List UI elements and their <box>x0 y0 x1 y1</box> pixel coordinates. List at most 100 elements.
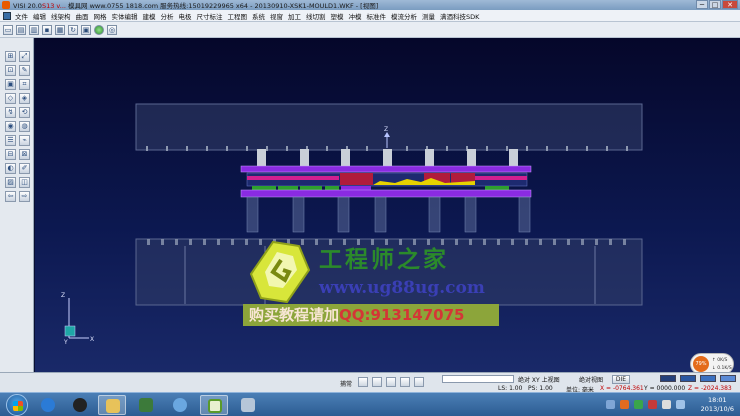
refresh-icon[interactable]: ↻ <box>68 24 78 35</box>
sidebar-tool-8-icon[interactable]: ↯ <box>5 107 16 118</box>
taskbar-ie-icon[interactable] <box>34 395 62 415</box>
sidebar-tool-13-icon[interactable]: ⌁ <box>19 135 30 146</box>
sidebar-tool-0-icon[interactable]: ⊞ <box>5 51 16 62</box>
color-swatch-3[interactable] <box>700 375 716 382</box>
snap-button-4[interactable] <box>400 377 410 387</box>
clock-time: 18:01 <box>707 396 727 404</box>
tray-display-icon[interactable] <box>676 400 685 409</box>
sidebar-tool-1-icon[interactable]: ⤢ <box>19 51 30 62</box>
taskbar-media-icon[interactable] <box>132 395 160 415</box>
sidebar-tool-19-icon[interactable]: ◫ <box>19 177 30 188</box>
status-bar: 捕常 绝对 XY 上视图 绝对视图 DIE LS: 1.00 PS: 1.00 … <box>0 372 740 394</box>
tray-security-icon[interactable] <box>620 400 629 409</box>
taskbar-tool-icon[interactable] <box>234 395 262 415</box>
taskbar-explorer-icon[interactable] <box>98 395 126 415</box>
export-icon[interactable]: ▣ <box>81 24 91 35</box>
main-toolbar: ▭ ▤ ▥ ▪ ▦ ↻ ▣ ◎ <box>0 22 740 38</box>
sidebar-tool-6-icon[interactable]: ◇ <box>5 93 16 104</box>
print-icon[interactable]: ▦ <box>55 24 65 35</box>
sidebar-tool-10-icon[interactable]: ◉ <box>5 121 16 132</box>
3d-viewport[interactable]: Z Z Y X 工程师之家 www.ug88ug.com 购买教程请加QQ:91… <box>35 38 740 380</box>
app-icon[interactable] <box>2 1 10 9</box>
menu-item-14[interactable]: 线切割 <box>306 11 326 21</box>
taskbar-clock[interactable]: 18:01 2013/10/6 <box>701 396 734 414</box>
menu-item-19[interactable]: 测量 <box>422 11 435 21</box>
sidebar-tool-11-icon[interactable]: ◍ <box>19 121 30 132</box>
menu-item-2[interactable]: 线架构 <box>51 11 71 21</box>
tray-alert-icon[interactable] <box>648 400 657 409</box>
menu-item-17[interactable]: 标准件 <box>367 11 387 21</box>
folder-icon[interactable]: ▥ <box>29 24 39 35</box>
green-die-blocks <box>252 186 509 190</box>
color-swatch-4[interactable] <box>720 375 736 382</box>
taskbar-chat-icon[interactable] <box>166 395 194 415</box>
sidebar-tool-14-icon[interactable]: ⊟ <box>5 149 16 160</box>
menu-item-12[interactable]: 视窗 <box>270 11 283 21</box>
color-swatch-1[interactable] <box>660 375 676 382</box>
tray-volume-icon[interactable] <box>662 400 671 409</box>
minimize-button[interactable]: ─ <box>696 0 708 9</box>
command-input[interactable] <box>442 375 514 383</box>
taskbar-qq-icon[interactable] <box>66 395 94 415</box>
sidebar-tool-12-icon[interactable]: ☰ <box>5 135 16 146</box>
watermark-overlay: 工程师之家 www.ug88ug.com 购买教程请加QQ:913147075 <box>243 236 513 336</box>
document-icon[interactable] <box>3 11 11 20</box>
green-ball-icon[interactable] <box>94 24 104 35</box>
svg-text:Z: Z <box>384 126 388 133</box>
left-tool-palette: ⊞ ⤢ ⊡ ✎ ▣ ⌗ ◇ ◈ ↯ ⟲ ◉ ◍ ☰ ⌁ ⊟ ⊠ ◐ ✐ ▨ ◫ ⇦ ⇨ <box>0 38 34 380</box>
taskbar-visi-icon[interactable] <box>200 395 228 415</box>
menu-item-18[interactable]: 模流分析 <box>391 11 417 21</box>
snap-button-1[interactable] <box>358 377 368 387</box>
magenta-strip <box>247 176 339 180</box>
menu-item-5[interactable]: 实体编辑 <box>112 11 138 21</box>
menu-item-15[interactable]: 塑模 <box>331 11 344 21</box>
point-scale: PS: 1.00 <box>528 385 553 392</box>
open-icon[interactable]: ▤ <box>16 24 26 35</box>
settings-icon[interactable]: ◎ <box>107 24 117 35</box>
view-mode-label: 绝对 XY 上视图 <box>518 377 560 384</box>
menu-item-13[interactable]: 加工 <box>288 11 301 21</box>
window-controls: ─ □ ✕ <box>695 0 738 9</box>
menu-item-1[interactable]: 编辑 <box>33 11 46 21</box>
menu-item-10[interactable]: 工程图 <box>228 11 248 21</box>
memory-percent: 79% <box>693 356 709 372</box>
close-button[interactable]: ✕ <box>722 0 738 9</box>
tray-network-icon[interactable] <box>606 400 615 409</box>
sidebar-tool-3-icon[interactable]: ✎ <box>19 65 30 76</box>
menu-item-0[interactable]: 文件 <box>15 11 28 21</box>
tray-update-icon[interactable] <box>634 400 643 409</box>
lower-pillars <box>246 196 531 233</box>
menu-item-20[interactable]: 满酒科技SDK <box>440 11 479 21</box>
menu-item-4[interactable]: 网格 <box>94 11 107 21</box>
menu-item-11[interactable]: 系统 <box>252 11 265 21</box>
sidebar-tool-4-icon[interactable]: ▣ <box>5 79 16 90</box>
sidebar-tool-7-icon[interactable]: ◈ <box>19 93 30 104</box>
menu-item-9[interactable]: 尺寸标注 <box>197 11 223 21</box>
menu-item-7[interactable]: 分析 <box>161 11 174 21</box>
sidebar-tool-18-icon[interactable]: ▨ <box>5 177 16 188</box>
start-button[interactable] <box>6 394 28 416</box>
new-icon[interactable]: ▭ <box>3 24 13 35</box>
sidebar-tool-2-icon[interactable]: ⊡ <box>5 65 16 76</box>
menu-item-6[interactable]: 建模 <box>143 11 156 21</box>
menu-item-8[interactable]: 电极 <box>179 11 192 21</box>
watermark-url: www.ug88ug.com <box>319 278 485 298</box>
save-icon[interactable]: ▪ <box>42 24 52 35</box>
snap-button-2[interactable] <box>372 377 382 387</box>
window-title: VISI 20.0S13 v... 模具网 www.0755 1818.com … <box>13 2 379 10</box>
sidebar-tool-21-icon[interactable]: ⇨ <box>19 191 30 202</box>
title-bar: VISI 20.0S13 v... 模具网 www.0755 1818.com … <box>0 0 740 10</box>
menu-item-3[interactable]: 曲面 <box>76 11 89 21</box>
die-button[interactable]: DIE <box>612 375 630 384</box>
sidebar-tool-20-icon[interactable]: ⇦ <box>5 191 16 202</box>
snap-button-5[interactable] <box>414 377 424 387</box>
maximize-button[interactable]: □ <box>709 0 721 9</box>
color-swatch-2[interactable] <box>680 375 696 382</box>
sidebar-tool-5-icon[interactable]: ⌗ <box>19 79 30 90</box>
snap-button-3[interactable] <box>386 377 396 387</box>
sidebar-tool-16-icon[interactable]: ◐ <box>5 163 16 174</box>
sidebar-tool-17-icon[interactable]: ✐ <box>19 163 30 174</box>
sidebar-tool-15-icon[interactable]: ⊠ <box>19 149 30 160</box>
menu-item-16[interactable]: 冲模 <box>349 11 362 21</box>
sidebar-tool-9-icon[interactable]: ⟲ <box>19 107 30 118</box>
